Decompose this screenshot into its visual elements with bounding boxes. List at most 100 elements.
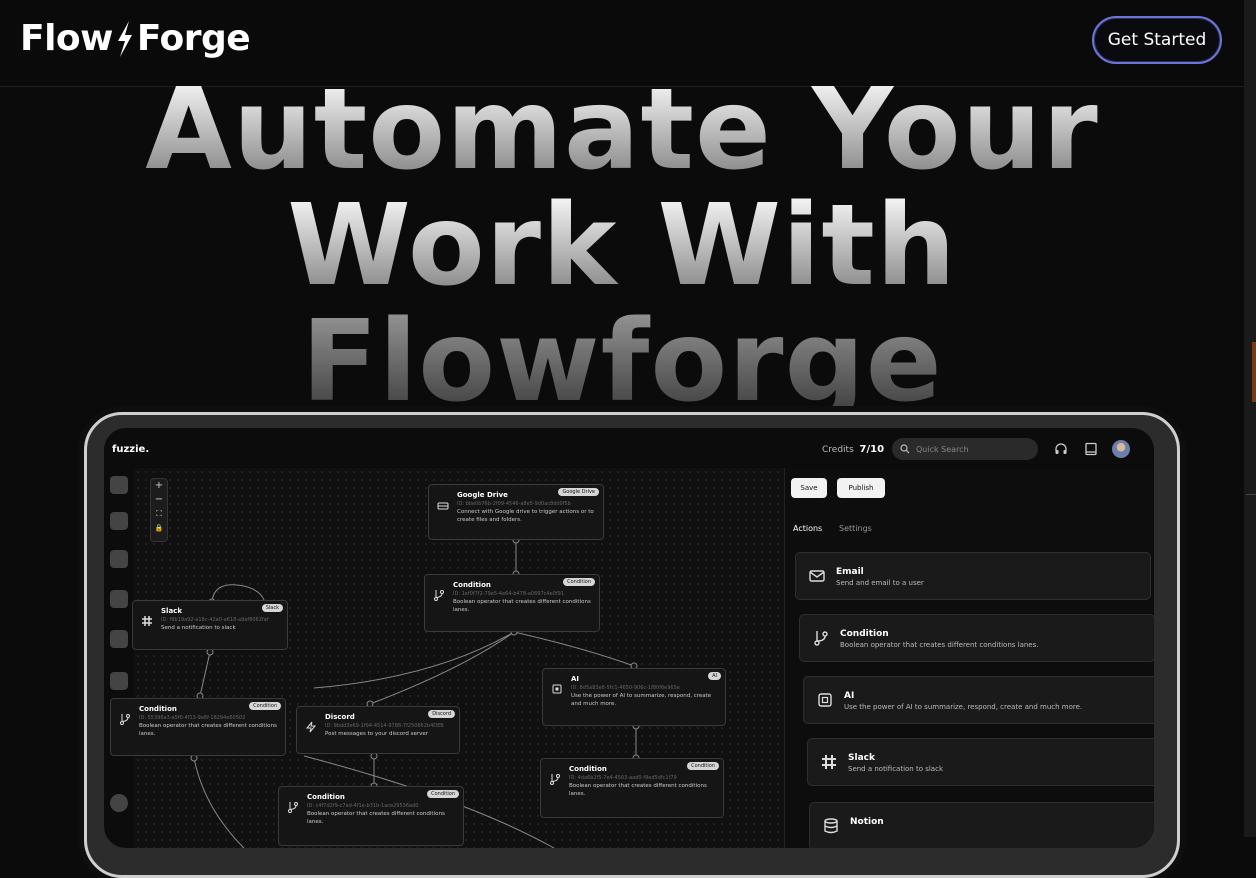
node-id: ID: 4da6b2f5-7e4-4503-aad0-f9ed5dfc1f79 xyxy=(569,775,677,781)
git-branch-icon xyxy=(288,802,298,813)
hero-line-1: Automate Your xyxy=(0,72,1244,188)
node-ai[interactable]: AI AI ID: 8d5a83e6-5fc1-4650-906c-1f80f6… xyxy=(542,668,726,726)
headphones-icon[interactable] xyxy=(1054,442,1068,456)
mail-icon xyxy=(809,570,825,582)
node-badge: Condition xyxy=(249,702,281,710)
action-slack[interactable]: Slack Send a notification to slack xyxy=(807,738,1154,786)
credits-value: 7/10 xyxy=(859,444,885,455)
action-description: Send and email to a user xyxy=(836,579,924,587)
tab-settings[interactable]: Settings xyxy=(839,524,872,533)
node-description: Boolean operator that creates different … xyxy=(569,783,707,797)
action-title: Notion xyxy=(850,817,884,827)
bolt-icon xyxy=(117,20,132,57)
node-id: ID: bbe0b76b-2f09-4546-a8e5-9d0ac8dd0f5b xyxy=(457,501,571,507)
fit-view-button[interactable]: ⛶ xyxy=(151,507,167,521)
action-condition[interactable]: Condition Boolean operator that creates … xyxy=(799,614,1154,662)
node-badge: Condition xyxy=(427,790,459,798)
node-badge: Slack xyxy=(261,604,283,612)
zoom-controls: + − ⛶ 🔒 xyxy=(150,478,168,542)
node-slack[interactable]: Slack Slack ID: f9b19a92-a18c-42a0-a618-… xyxy=(132,600,288,650)
hero-line-2: Work With xyxy=(0,188,1244,304)
node-description: Boolean operator that creates different … xyxy=(453,599,591,613)
action-notion[interactable]: Notion xyxy=(809,802,1154,848)
zoom-in-button[interactable]: + xyxy=(151,479,167,493)
action-description: Boolean operator that creates different … xyxy=(840,641,1039,649)
flowforge-logo[interactable]: Flow Forge xyxy=(20,18,251,59)
action-description: Send a notification to slack xyxy=(848,765,943,773)
git-branch-icon xyxy=(434,590,444,601)
logo-text-forge: Forge xyxy=(136,18,251,59)
node-id: ID: 8d5a83e6-5fc1-4650-906c-1f80f6e965e xyxy=(571,685,680,691)
node-badge: Google Drive xyxy=(558,488,599,496)
node-id: ID: 9bdd3e69-1f94-4514-9788-7f250862b4DE… xyxy=(325,723,444,729)
node-condition-4[interactable]: Condition Condition ID: c4f7d2f9-c7ad-4f… xyxy=(278,786,464,846)
settings-icon[interactable] xyxy=(110,550,128,568)
home-icon[interactable] xyxy=(110,476,128,494)
node-description: Boolean operator that creates different … xyxy=(139,723,277,737)
action-ai[interactable]: AI Use the power of AI to summarize, res… xyxy=(803,676,1154,724)
logo-text-flow: Flow xyxy=(20,18,113,59)
search-icon xyxy=(900,444,910,454)
node-badge: AI xyxy=(708,672,721,680)
book-icon[interactable] xyxy=(1084,442,1098,456)
database-icon xyxy=(824,818,838,834)
editor-panel: Save Publish Actions Settings Email Send… xyxy=(784,468,1154,848)
connections-icon[interactable] xyxy=(110,590,128,608)
quick-search-input[interactable]: Quick Search xyxy=(892,438,1038,460)
hero-heading: Automate Your Work With Flowforge xyxy=(0,72,1244,420)
cpu-icon xyxy=(552,684,562,694)
git-branch-icon xyxy=(550,774,560,785)
credits-display: Credits 7/10 xyxy=(822,444,884,455)
app-logo: fuzzie. xyxy=(112,444,150,455)
get-started-button[interactable]: Get Started xyxy=(1092,16,1222,64)
hero-line-3: Flowforge xyxy=(0,304,1244,420)
lock-button[interactable]: 🔒 xyxy=(151,521,167,535)
node-id: ID: 55396a3-a5f0-4f13-9e6f-18294e60502 xyxy=(139,715,246,721)
node-description: Connect with Google drive to trigger act… xyxy=(457,509,594,523)
cpu-icon xyxy=(818,693,832,707)
theme-toggle-icon[interactable] xyxy=(110,794,128,812)
slack-icon xyxy=(822,755,836,769)
node-condition-2[interactable]: Condition Condition ID: 55396a3-a5f0-4f1… xyxy=(110,698,286,756)
node-description: Send a notification to slack xyxy=(161,625,236,631)
quick-search-placeholder: Quick Search xyxy=(916,444,969,454)
slack-icon xyxy=(142,616,152,626)
tab-actions[interactable]: Actions xyxy=(793,524,822,533)
node-description: Use the power of AI to summarize, respon… xyxy=(571,693,712,707)
edge-marker xyxy=(1252,342,1256,402)
node-description: Boolean operator that creates different … xyxy=(307,811,445,825)
bolt-icon xyxy=(305,721,317,733)
node-google-drive[interactable]: Google Drive Google Drive ID: bbe0b76b-2… xyxy=(428,484,604,540)
action-title: Slack xyxy=(848,753,875,763)
node-badge: Condition xyxy=(563,578,595,586)
save-button[interactable]: Save xyxy=(791,478,827,498)
edge-divider xyxy=(1246,494,1256,495)
node-condition-3[interactable]: Condition Condition ID: 4da6b2f5-7e4-450… xyxy=(540,758,724,818)
node-discord[interactable]: Discord Discord ID: 9bdd3e69-1f94-4514-9… xyxy=(296,706,460,754)
hard-drive-icon xyxy=(437,502,449,510)
app-screenshot: fuzzie. Credits 7/10 Quick Search + − ⛶ … xyxy=(104,428,1154,848)
node-title: AI xyxy=(571,675,580,683)
publish-button[interactable]: Publish xyxy=(837,478,885,498)
node-condition-1[interactable]: Condition Condition ID: 1ef0f7f2-79e5-4e… xyxy=(424,574,600,632)
action-title: Condition xyxy=(840,629,889,639)
node-description: Post messages to your discord server xyxy=(325,731,429,737)
window-edge xyxy=(1244,0,1256,837)
zoom-out-button[interactable]: − xyxy=(151,493,167,507)
node-badge: Condition xyxy=(687,762,719,770)
action-title: AI xyxy=(844,691,855,701)
node-id: ID: c4f7d2f9-c7ad-4f1e-b31b-1ace29536ad0 xyxy=(307,803,419,809)
node-id: ID: f9b19a92-a18c-42a0-a618-a9ef8062faf xyxy=(161,617,269,623)
action-email[interactable]: Email Send and email to a user xyxy=(795,552,1151,600)
billing-icon[interactable] xyxy=(110,630,128,648)
node-badge: Discord xyxy=(428,710,455,718)
download-icon[interactable] xyxy=(110,672,128,690)
avatar[interactable] xyxy=(1112,440,1130,458)
node-id: ID: 1ef0f7f2-79e5-4e64-b478-a0697c4e0f91 xyxy=(453,591,564,597)
action-title: Email xyxy=(836,567,864,577)
credits-label: Credits xyxy=(822,445,854,455)
workflows-icon[interactable] xyxy=(110,512,128,530)
action-description: Use the power of AI to summarize, respon… xyxy=(844,703,1083,711)
git-branch-icon xyxy=(120,714,130,725)
git-branch-icon xyxy=(814,631,828,646)
